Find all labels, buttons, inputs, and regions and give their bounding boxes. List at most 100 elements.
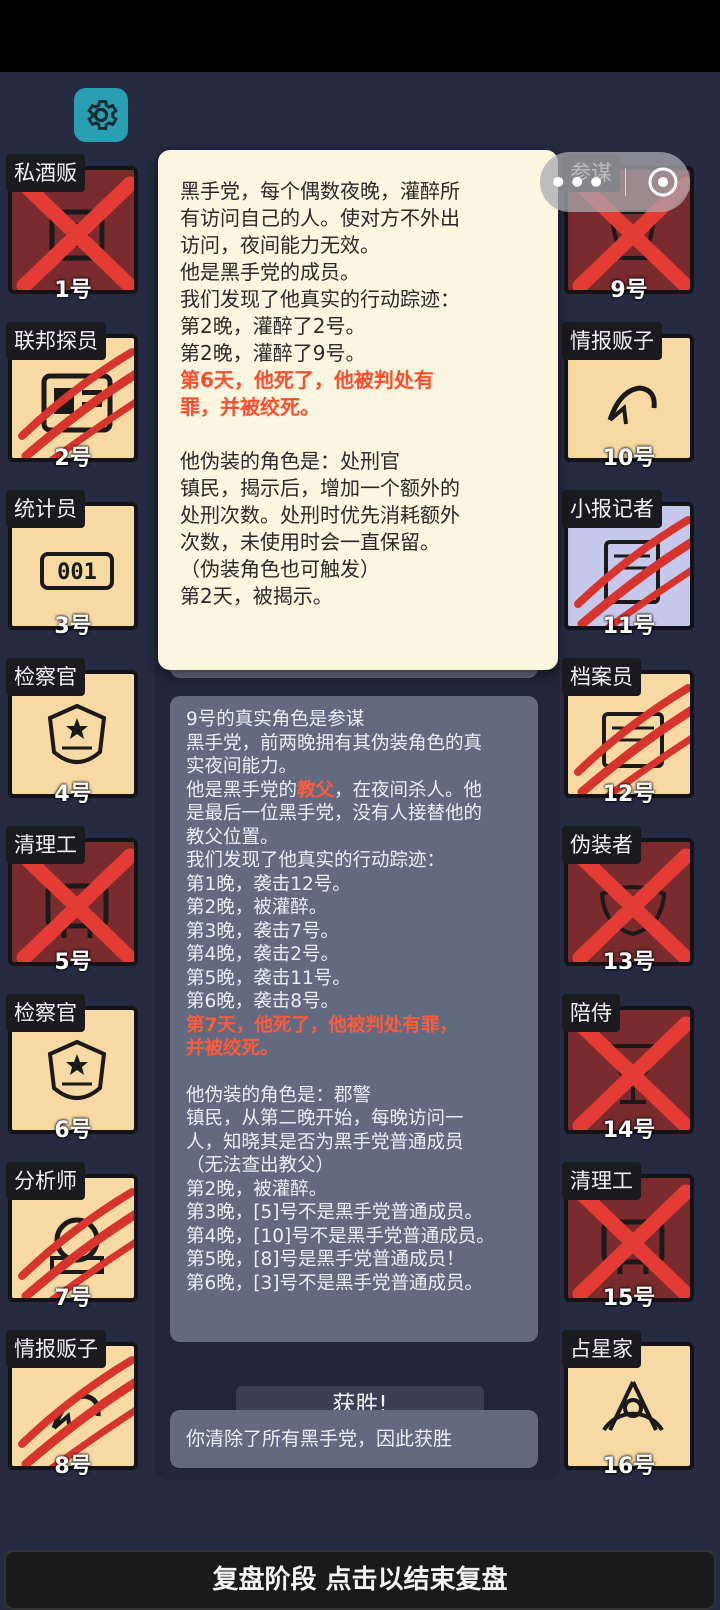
godfather-suffix: ，在夜间杀人。他 <box>334 779 483 801</box>
miniprogram-capsule[interactable]: ••• <box>540 152 690 212</box>
player-number: 15号 <box>602 1286 656 1311</box>
text-line: 第2晚，灌醉了9号。 <box>180 341 366 365</box>
text-line: 他是黑手党的成员。 <box>180 260 360 284</box>
player-number: 16号 <box>602 1454 656 1479</box>
role-tag: 陪侍 <box>562 994 620 1032</box>
role-tag: 情报贩子 <box>562 322 662 360</box>
player-card[interactable]: 陪侍 14号 <box>562 994 694 1143</box>
counter-icon: 001 <box>40 552 114 590</box>
player-card[interactable]: 检察官 4号 <box>6 658 138 807</box>
player-number: 10号 <box>602 446 656 471</box>
player-number: 14号 <box>602 1118 656 1143</box>
text-line: 我们发现了他真实的行动踪迹： <box>180 287 460 311</box>
text-line: 人，知晓其是否为黑手党普通成员 <box>186 1131 464 1153</box>
capsule-divider <box>624 168 626 196</box>
player-card[interactable]: 伪装者 13号 <box>562 826 694 975</box>
role-tag: 检察官 <box>6 658 85 696</box>
text-line: 处刑次数。处刑时优先消耗额外 <box>180 503 460 527</box>
player-card[interactable]: 情报贩子 10号 <box>562 322 694 471</box>
player-number: 5号 <box>54 950 92 975</box>
text-line: （无法查出教父） <box>186 1155 335 1176</box>
player-card[interactable]: 情报贩子 8号 <box>6 1330 138 1479</box>
text-line: 实夜间能力。 <box>186 756 298 777</box>
role-tag: 统计员 <box>6 490 85 528</box>
text-line: 第3晚，袭击7号。 <box>186 920 340 942</box>
more-button[interactable]: ••• <box>549 166 606 199</box>
player-card[interactable]: 分析师 7号 <box>6 1162 138 1311</box>
text-line: （伪装角色也可触发） <box>180 557 380 581</box>
player-card[interactable]: 清理工 5号 <box>6 826 138 975</box>
text-line: 第1晚，袭击12号。 <box>186 873 351 895</box>
player-number: 1号 <box>54 278 92 303</box>
text-line: 第5晚，[8]号是黑手党普通成员！ <box>186 1249 465 1270</box>
whisper-icon <box>607 385 657 425</box>
end-review-button[interactable]: 复盘阶段 点击以结束复盘 <box>4 1550 716 1610</box>
text-line: 黑手党，前两晚拥有其伪装角色的真 <box>186 732 483 754</box>
player-card[interactable]: 001 统计员 3号 <box>6 490 138 639</box>
role-tag: 联邦探员 <box>6 322 106 360</box>
status-bar <box>0 0 720 72</box>
player-card[interactable]: 小报记者 11号 <box>562 490 694 639</box>
role-tag: 小报记者 <box>562 490 662 528</box>
player-number: 9号 <box>610 278 648 303</box>
svg-text:001: 001 <box>57 560 97 585</box>
text-line: 教父位置。 <box>186 826 279 848</box>
text-line: 镇民，揭示后，增加一个额外的 <box>180 476 460 500</box>
godfather-prefix: 他是黑手党的 <box>186 779 298 801</box>
text-line: 第2晚，被灌醉。 <box>186 897 328 918</box>
text-line: 我们发现了他真实的行动踪迹： <box>186 850 446 871</box>
text-line: 黑手党，每个偶数夜晚，灌醉所 <box>180 179 460 203</box>
text-line: 是最后一位黑手党，没有人接替他的 <box>186 803 483 824</box>
settings-button[interactable] <box>74 88 128 142</box>
role-tag: 私酒贩 <box>6 154 85 192</box>
player-number: 12号 <box>602 782 656 807</box>
player-card[interactable]: 清理工 15号 <box>562 1162 694 1311</box>
text-line: 第6天，他死了，他被判处有 <box>180 368 434 392</box>
victory-message: 你清除了所有黑手党，因此获胜 <box>170 1410 538 1468</box>
role-tag: 清理工 <box>6 826 85 864</box>
role-tag: 检察官 <box>6 994 85 1032</box>
text-line: 并被绞死。 <box>186 1038 279 1059</box>
text-line: 第7天，他死了，他被判处有罪， <box>186 1014 458 1036</box>
player-number: 4号 <box>54 782 92 807</box>
text-line: 第3晚，[5]号不是黑手党普通成员。 <box>186 1202 483 1223</box>
sextant-icon <box>602 1381 664 1432</box>
player-number: 6号 <box>54 1118 92 1143</box>
player-card[interactable]: 联邦探员 2号 <box>6 322 138 471</box>
role-tag: 清理工 <box>562 1162 641 1200</box>
player-card[interactable]: 占星家 16号 <box>562 1330 694 1479</box>
victory-message-text: 你清除了所有黑手党，因此获胜 <box>186 1428 453 1450</box>
player-9-info-bubble: 9号的真实角色是参谋 黑手党，前两晚拥有其伪装角色的真 实夜间能力。 他是黑手党的教… <box>170 696 538 1342</box>
player-number: 7号 <box>54 1286 92 1311</box>
text-line: 次数，未使用时会一直保留。 <box>180 530 440 554</box>
godfather-word: 教父 <box>297 779 335 801</box>
text-line: 9号的真实角色是参谋 <box>186 709 365 730</box>
text-line: 第4晚，[10]号不是黑手党普通成员。 <box>186 1225 495 1247</box>
player-number: 8号 <box>54 1454 92 1479</box>
player-card[interactable]: 私酒贩 1号 <box>6 154 138 303</box>
text-line: 第2天，被揭示。 <box>180 584 333 608</box>
role-tag: 伪装者 <box>562 826 641 864</box>
player-number: 11号 <box>602 614 656 639</box>
target-circle-icon[interactable] <box>645 164 681 200</box>
role-tag: 情报贩子 <box>6 1330 106 1368</box>
player-card[interactable]: 档案员 12号 <box>562 658 694 807</box>
role-tag: 档案员 <box>562 658 641 696</box>
text-line: 访问，夜间能力无效。 <box>180 233 380 257</box>
role-tag: 分析师 <box>6 1162 85 1200</box>
text-line: 第4晚，袭击2号。 <box>186 944 340 965</box>
text-line: 他伪装的角色是：处刑官 <box>180 449 400 473</box>
justice-emblem-icon <box>47 703 107 764</box>
text-line: 第2晚，被灌醉。 <box>186 1178 328 1200</box>
justice-emblem-icon <box>47 1039 107 1100</box>
role-detail-popup[interactable]: 黑手党，每个偶数夜晚，灌醉所 有访问自己的人。使对方不外出 访问，夜间能力无效。 他是… <box>158 150 558 670</box>
text-line: 他伪装的角色是：郡警 <box>186 1084 372 1106</box>
player-number: 2号 <box>54 446 92 471</box>
player-number: 3号 <box>54 614 92 639</box>
text-line: 第5晚，袭击11号。 <box>186 967 351 989</box>
player-card[interactable]: 检察官 6号 <box>6 994 138 1143</box>
text-line: 罪，并被绞死。 <box>180 395 320 419</box>
text-line: 第6晚，[3]号不是黑手党普通成员。 <box>186 1272 483 1294</box>
gear-icon <box>87 100 118 130</box>
role-tag: 占星家 <box>562 1330 641 1368</box>
